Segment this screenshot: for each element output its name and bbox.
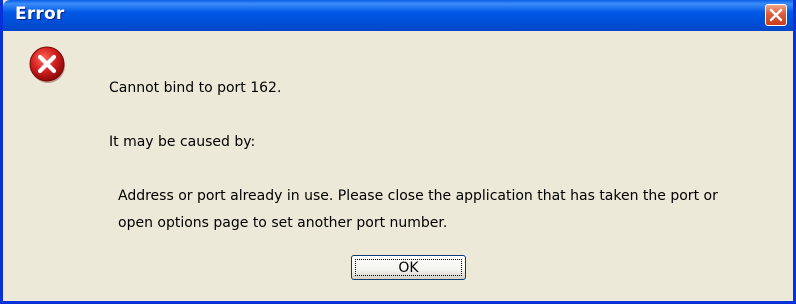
error-icon (29, 46, 65, 83)
cause-heading: It may be caused by: (109, 134, 256, 150)
error-message: Cannot bind to port 162. (109, 80, 282, 96)
close-button[interactable] (765, 4, 787, 26)
window-title: Error (15, 4, 65, 24)
cause-detail-line2: open options page to set another port nu… (118, 215, 448, 231)
title-bar[interactable]: Error (3, 0, 793, 31)
close-icon (769, 8, 783, 22)
error-dialog: Error Cannot bind to port 162. It may be… (0, 0, 796, 304)
ok-button-label: OK (398, 259, 419, 276)
cause-detail-line1: Address or port already in use. Please c… (118, 188, 718, 204)
ok-button[interactable]: OK (351, 255, 466, 280)
